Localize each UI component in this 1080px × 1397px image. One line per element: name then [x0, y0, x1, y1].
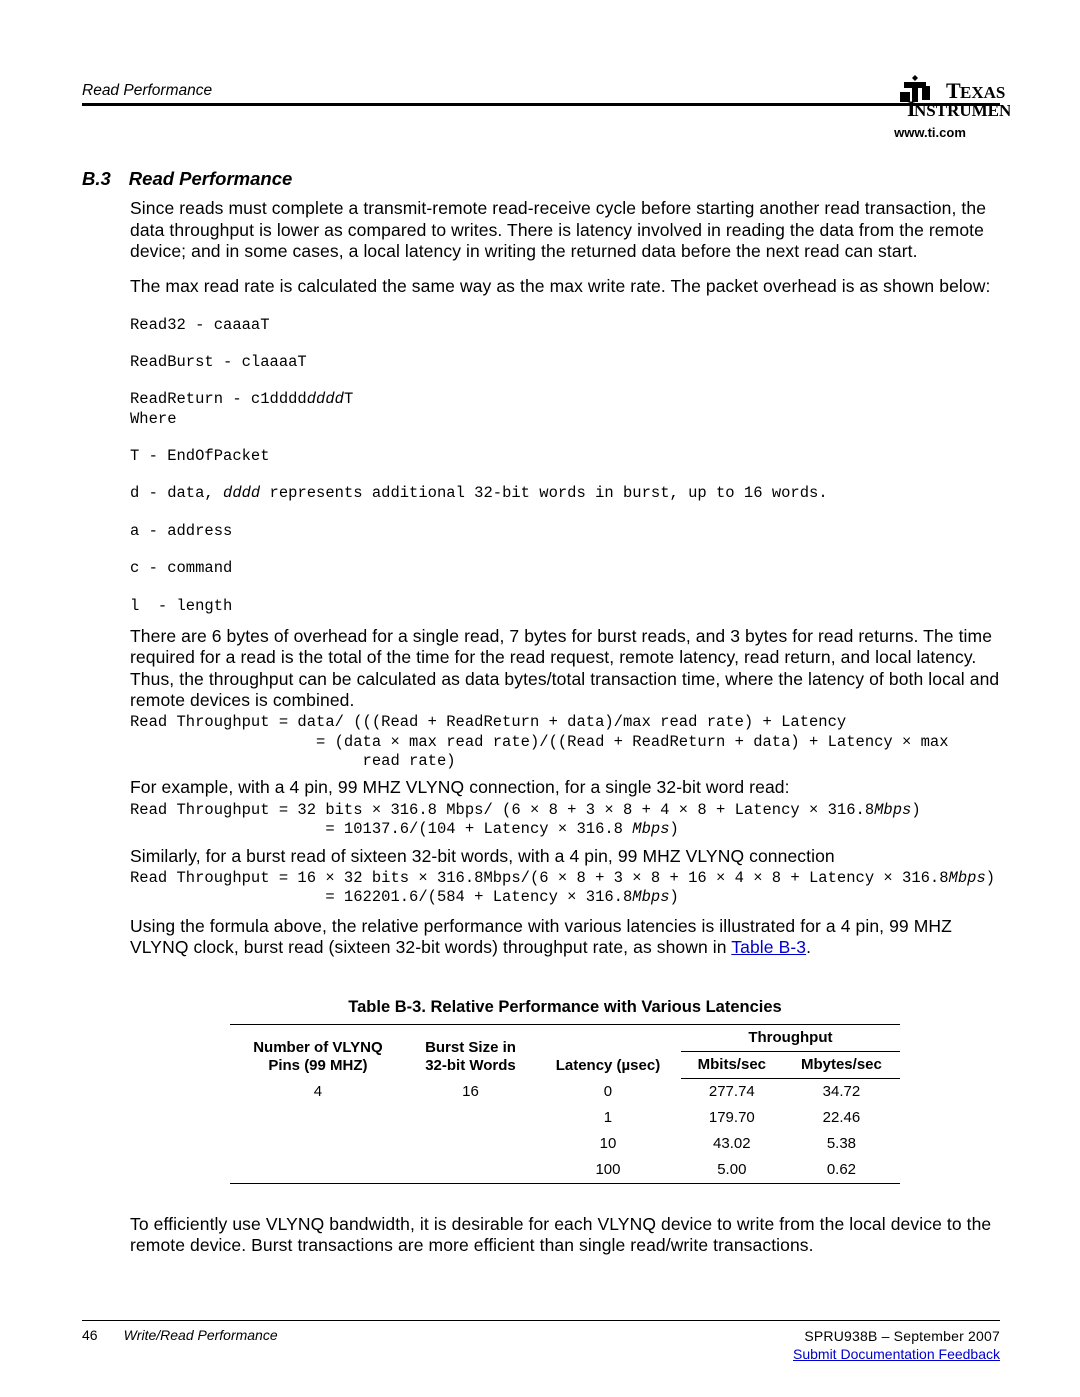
- ti-logo: T EXAS I NSTRUMENTS www.ti.com: [850, 72, 1010, 141]
- col-header-latency: Latency (µsec): [535, 1025, 681, 1079]
- feedback-link[interactable]: Submit Documentation Feedback: [793, 1346, 1000, 1362]
- page-number: 46: [82, 1327, 98, 1344]
- performance-table: Number of VLYNQPins (99 MHZ) Burst Size …: [230, 1024, 900, 1184]
- code-block: Read Throughput = data/ (((Read + ReadRe…: [130, 713, 1000, 771]
- page-header: T EXAS I NSTRUMENTS www.ti.com Read Perf…: [82, 82, 1000, 162]
- table-row: 100 5.00 0.62: [230, 1157, 900, 1184]
- code-block: Read Throughput = 16 × 32 bits × 316.8Mb…: [130, 869, 1000, 908]
- table-row: 10 43.02 5.38: [230, 1131, 900, 1157]
- section-heading: B.3 Read Performance: [82, 168, 1000, 190]
- code-block: l - length: [130, 597, 1000, 616]
- paragraph: To efficiently use VLYNQ bandwidth, it i…: [130, 1214, 1000, 1257]
- code-block: d - data, dddd represents additional 32-…: [130, 484, 1000, 503]
- code-block: T - EndOfPacket: [130, 447, 1000, 466]
- paragraph: There are 6 bytes of overhead for a sing…: [130, 626, 1000, 711]
- svg-text:T: T: [946, 78, 961, 103]
- paragraph: The max read rate is calculated the same…: [130, 276, 1000, 297]
- col-header-throughput: Throughput: [681, 1025, 900, 1052]
- code-block: a - address: [130, 522, 1000, 541]
- col-header-burst: Burst Size in32-bit Words: [406, 1025, 535, 1079]
- table-title: Table B-3. Relative Performance with Var…: [130, 998, 1000, 1018]
- table-row: 4 16 0 277.74 34.72: [230, 1079, 900, 1106]
- paragraph: Using the formula above, the relative pe…: [130, 916, 1000, 959]
- paragraph: Similarly, for a burst read of sixteen 3…: [130, 846, 1000, 867]
- doc-id: SPRU938B – September 2007: [793, 1327, 1000, 1345]
- code-block: Read Throughput = 32 bits × 316.8 Mbps/ …: [130, 801, 1000, 840]
- footer-rule: [82, 1320, 1000, 1321]
- ti-url[interactable]: www.ti.com: [850, 125, 1010, 141]
- svg-text:NSTRUMENTS: NSTRUMENTS: [914, 101, 1010, 120]
- page-footer: 46 Write/Read Performance SPRU938B – Sep…: [0, 1320, 1080, 1363]
- table-row: 1 179.70 22.46: [230, 1105, 900, 1131]
- svg-text:EXAS: EXAS: [960, 83, 1005, 102]
- col-header-mbytes: Mbytes/sec: [783, 1052, 900, 1079]
- table-ref-link[interactable]: Table B-3: [731, 937, 806, 957]
- col-header-pins: Number of VLYNQPins (99 MHZ): [230, 1025, 406, 1079]
- code-block: ReadBurst - claaaaT: [130, 353, 1000, 372]
- section-number: B.3: [82, 168, 111, 190]
- ti-logo-icon: T EXAS I NSTRUMENTS: [850, 72, 1010, 122]
- paragraph: Since reads must complete a transmit-rem…: [130, 198, 1000, 262]
- section-title: Read Performance: [129, 168, 292, 190]
- code-block: ReadReturn - c1ddddddddT Where: [130, 390, 1000, 429]
- paragraph: For example, with a 4 pin, 99 MHZ VLYNQ …: [130, 777, 1000, 798]
- code-block: Read32 - caaaaT: [130, 316, 1000, 335]
- footer-section: Write/Read Performance: [124, 1327, 278, 1344]
- col-header-mbits: Mbits/sec: [681, 1052, 783, 1079]
- code-block: c - command: [130, 559, 1000, 578]
